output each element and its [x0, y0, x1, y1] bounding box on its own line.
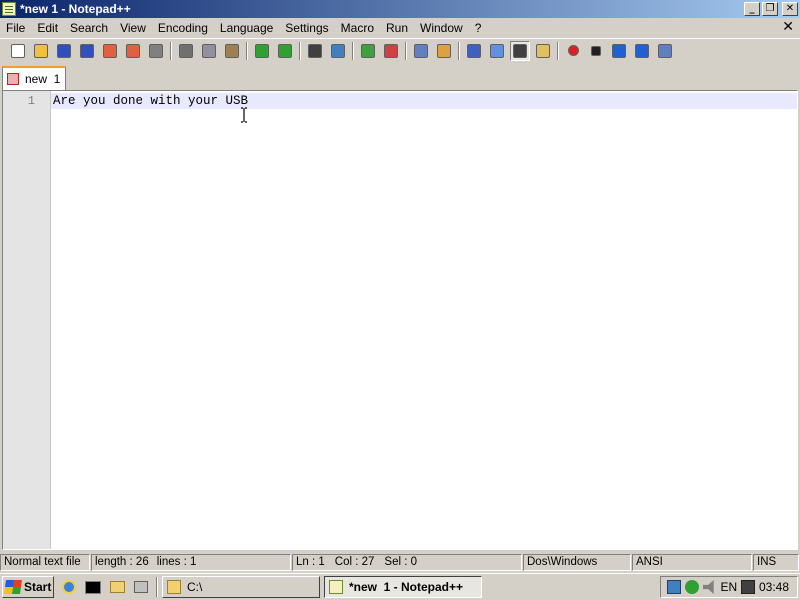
clock[interactable]: 03:48 [759, 580, 789, 594]
menu-edit[interactable]: Edit [31, 21, 64, 35]
menu-bar: File Edit Search View Encoding Language … [0, 18, 800, 38]
windows-flag-icon [4, 580, 22, 594]
sync-vertical-icon[interactable] [411, 41, 431, 61]
status-bar: Normal text file length : 26 lines : 1 L… [0, 553, 800, 572]
system-tray: EN 03:48 [660, 576, 798, 598]
menu-file[interactable]: File [0, 21, 31, 35]
start-label: Start [24, 580, 52, 594]
close-icon[interactable] [100, 41, 120, 61]
open-file-icon[interactable] [31, 41, 51, 61]
toolbar-separator [557, 41, 559, 60]
status-position: Ln : 1 Col : 27 Sel : 0 [292, 554, 522, 571]
run-macro-multiple-icon[interactable] [632, 41, 652, 61]
status-length: length : 26 [95, 556, 149, 568]
editor-area[interactable]: 1 Are you done with your USB [2, 90, 798, 550]
status-eol[interactable]: Dos\Windows [523, 554, 631, 571]
line-number-gutter[interactable] [3, 91, 51, 549]
notepadpp-app-icon[interactable] [2, 2, 16, 16]
zoom-out-icon[interactable] [381, 41, 401, 61]
paste-icon[interactable] [222, 41, 242, 61]
print-icon[interactable] [146, 41, 166, 61]
stop-recording-icon[interactable] [586, 41, 606, 61]
save-macro-icon[interactable] [655, 41, 675, 61]
volume-icon[interactable] [702, 580, 714, 594]
save-all-icon[interactable] [77, 41, 97, 61]
toolbar-separator [170, 41, 172, 60]
show-all-characters-icon[interactable] [487, 41, 507, 61]
save-icon[interactable] [54, 41, 74, 61]
new-file-icon[interactable] [8, 41, 28, 61]
word-wrap-icon[interactable] [464, 41, 484, 61]
toolbar-separator [299, 41, 301, 60]
desktop-icon[interactable] [132, 578, 150, 596]
network-icon[interactable] [667, 580, 681, 594]
ie-icon[interactable] [60, 578, 78, 596]
toolbar [0, 38, 800, 62]
find-icon[interactable] [305, 41, 325, 61]
notepadpp-icon [329, 580, 343, 594]
text-line[interactable]: Are you done with your USB [53, 94, 248, 108]
language-indicator[interactable]: EN [720, 580, 737, 594]
window-title: *new 1 - Notepad++ [20, 2, 131, 16]
menu-macro[interactable]: Macro [335, 21, 380, 35]
line-number: 1 [27, 94, 35, 108]
menu-run[interactable]: Run [380, 21, 414, 35]
cmd-icon[interactable] [84, 578, 102, 596]
tray-app-icon[interactable] [684, 580, 699, 594]
play-macro-icon[interactable] [609, 41, 629, 61]
status-encoding[interactable]: ANSI [632, 554, 752, 571]
undo-icon[interactable] [252, 41, 272, 61]
task-notepadpp[interactable]: *new 1 - Notepad++ [324, 576, 482, 598]
task-label: C:\ [187, 580, 203, 594]
menu-window[interactable]: Window [414, 21, 469, 35]
task-explorer-c-drive[interactable]: C:\ [162, 576, 320, 598]
sync-horizontal-icon[interactable] [434, 41, 454, 61]
menu-view[interactable]: View [114, 21, 152, 35]
tab-new-1[interactable]: new 1 [2, 66, 66, 90]
unsaved-document-icon [7, 73, 19, 85]
indent-guide-icon[interactable] [510, 40, 530, 61]
restore-button[interactable]: ❐ [762, 2, 778, 16]
title-bar[interactable]: *new 1 - Notepad++ _ ❐ ✕ [0, 0, 800, 18]
menu-help[interactable]: ? [469, 21, 488, 35]
close-document-button[interactable]: ✕ [782, 19, 794, 35]
menu-settings[interactable]: Settings [279, 21, 334, 35]
safely-remove-hardware-icon[interactable] [741, 580, 755, 594]
start-button[interactable]: Start [2, 576, 54, 598]
close-all-icon[interactable] [123, 41, 143, 61]
taskbar: Start C:\ *new 1 - Notepad++ EN 03:48 [0, 573, 800, 600]
menu-search[interactable]: Search [64, 21, 114, 35]
zoom-in-icon[interactable] [358, 41, 378, 61]
cut-icon[interactable] [176, 41, 196, 61]
ibeam-cursor-icon [241, 107, 247, 123]
status-length-lines: length : 26 lines : 1 [91, 554, 291, 571]
redo-icon[interactable] [275, 41, 295, 61]
toolbar-separator [246, 41, 248, 60]
minimize-button[interactable]: _ [744, 2, 760, 16]
explorer-icon[interactable] [108, 578, 126, 596]
tab-label: new 1 [25, 72, 61, 86]
folder-icon [167, 580, 181, 594]
menu-encoding[interactable]: Encoding [152, 21, 214, 35]
copy-icon[interactable] [199, 41, 219, 61]
status-ln: Ln : 1 [296, 556, 325, 568]
status-file-type: Normal text file [0, 554, 90, 571]
status-lines: lines : 1 [156, 556, 197, 568]
menu-language[interactable]: Language [214, 21, 279, 35]
toolbar-separator [405, 41, 407, 60]
replace-icon[interactable] [328, 41, 348, 61]
record-macro-icon[interactable] [563, 41, 583, 61]
status-insert-mode[interactable]: INS [753, 554, 799, 571]
toolbar-separator [458, 41, 460, 60]
user-defined-language-icon[interactable] [533, 41, 553, 61]
task-label: *new 1 - Notepad++ [349, 580, 464, 594]
status-sel: Sel : 0 [384, 556, 418, 568]
toolbar-separator [352, 41, 354, 60]
close-button[interactable]: ✕ [782, 2, 798, 16]
status-col: Col : 27 [334, 556, 375, 568]
